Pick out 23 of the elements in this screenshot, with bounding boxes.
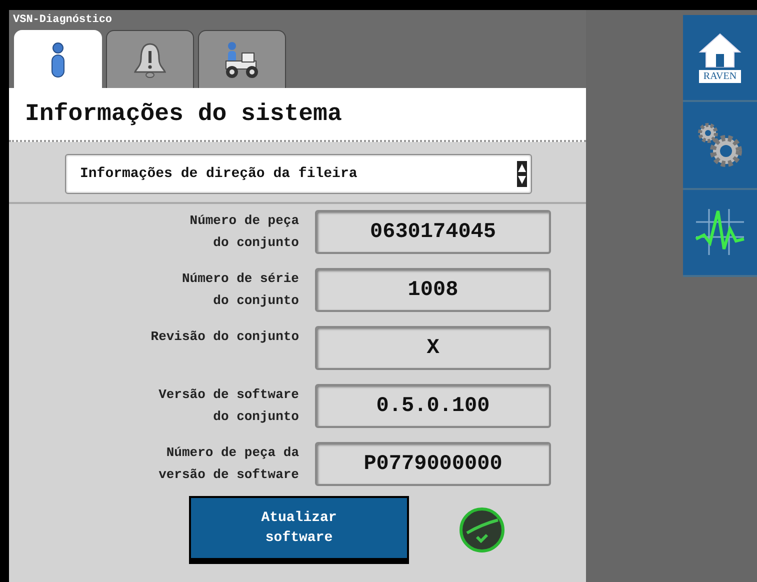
diagnostics-button[interactable] — [683, 190, 757, 277]
home-button[interactable]: RAVEN — [683, 15, 757, 102]
settings-button[interactable] — [683, 102, 757, 190]
bell-icon — [131, 40, 169, 78]
home-icon — [698, 32, 742, 68]
heartbeat-chart-icon — [694, 207, 746, 258]
window-title: VSN-Diagnóstico — [13, 14, 112, 26]
dropdown[interactable]: Informações de direção da fileira — [65, 154, 532, 194]
tab[interactable] — [198, 30, 286, 88]
value-field: 0630174045 — [315, 210, 551, 254]
value-field: 1008 — [315, 268, 551, 312]
update-software-button[interactable]: Atualizar software — [189, 496, 409, 564]
value-field: P0779000000 — [315, 442, 551, 486]
field-label: Número de peça do conjunto — [188, 212, 299, 252]
field-label: Versão de software do conjunto — [158, 386, 299, 426]
value-field: X — [315, 326, 551, 370]
tab[interactable] — [106, 30, 194, 88]
value-field: 0.5.0.100 — [315, 384, 551, 428]
field-label: Número de peça da versão de software — [158, 444, 299, 484]
field-label: Revisão do conjunto — [150, 328, 299, 346]
section-heading: Informações do sistema — [25, 100, 342, 128]
spinner-icon — [517, 161, 527, 187]
field-label: Número de série do conjunto — [180, 270, 299, 310]
